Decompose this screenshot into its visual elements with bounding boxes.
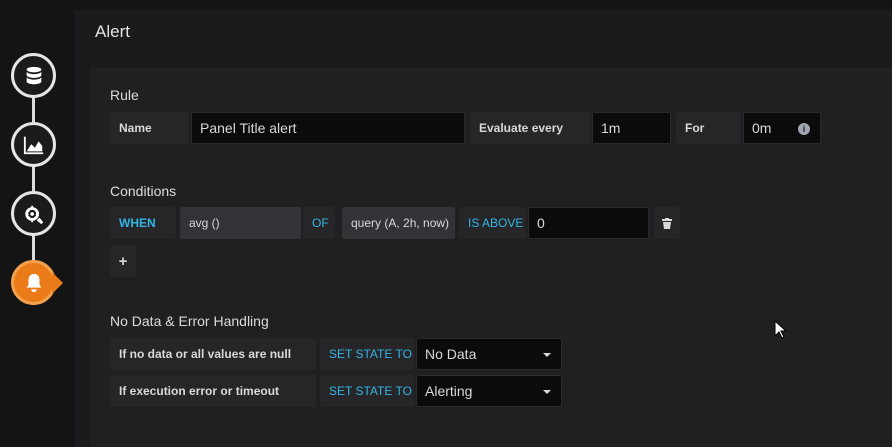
- caret-down-icon: [543, 353, 551, 357]
- for-label: For: [676, 112, 741, 144]
- caret-down-icon: [543, 390, 551, 394]
- step-visualization[interactable]: [11, 122, 56, 167]
- mouse-cursor-icon: [774, 320, 788, 339]
- threshold-input[interactable]: 0: [528, 207, 649, 239]
- step-queries[interactable]: [11, 53, 56, 98]
- active-step-arrow: [52, 272, 63, 294]
- alert-panel: Alert Rule Name Panel Title alert Evalua…: [75, 10, 892, 447]
- of-keyword: OF: [303, 207, 335, 239]
- query-select[interactable]: query (A, 2h, now): [342, 207, 455, 239]
- bell-icon: [26, 273, 41, 292]
- exec-error-label: If execution error or timeout: [110, 375, 316, 407]
- step-general[interactable]: [11, 191, 56, 236]
- evaluate-every-input[interactable]: 1m: [592, 112, 671, 144]
- info-icon[interactable]: i: [798, 123, 810, 135]
- set-state-keyword: SET STATE TO: [320, 375, 414, 407]
- gears-icon: [24, 205, 43, 224]
- evaluate-every-label: Evaluate every: [470, 112, 590, 144]
- delete-condition-button[interactable]: [654, 207, 680, 239]
- trash-icon: [662, 217, 672, 229]
- rail-line: [32, 75, 35, 285]
- no-data-section-title: No Data & Error Handling: [110, 313, 269, 329]
- for-input[interactable]: 0m i: [743, 112, 821, 144]
- database-icon: [26, 66, 41, 84]
- step-alert[interactable]: [11, 260, 56, 305]
- reducer-select[interactable]: avg (): [180, 207, 301, 239]
- name-label: Name: [110, 112, 189, 144]
- add-condition-button[interactable]: +: [110, 245, 136, 277]
- exec-error-state-select[interactable]: Alerting: [416, 375, 562, 407]
- rule-section-title: Rule: [110, 87, 139, 103]
- no-data-state-select[interactable]: No Data: [416, 338, 562, 370]
- set-state-keyword: SET STATE TO: [320, 338, 414, 370]
- no-data-state-value: No Data: [425, 346, 477, 362]
- step-rail: [0, 0, 75, 447]
- chart-area-icon: [23, 136, 43, 154]
- page-title: Alert: [95, 22, 130, 41]
- evaluator-select[interactable]: IS ABOVE: [459, 207, 526, 239]
- alert-editor: Rule Name Panel Title alert Evaluate eve…: [90, 68, 892, 447]
- no-data-label: If no data or all values are null: [110, 338, 316, 370]
- conditions-section-title: Conditions: [110, 183, 177, 199]
- for-value: 0m: [752, 120, 772, 136]
- exec-error-state-value: Alerting: [425, 383, 473, 399]
- when-keyword: WHEN: [110, 207, 176, 239]
- name-input[interactable]: Panel Title alert: [191, 112, 465, 144]
